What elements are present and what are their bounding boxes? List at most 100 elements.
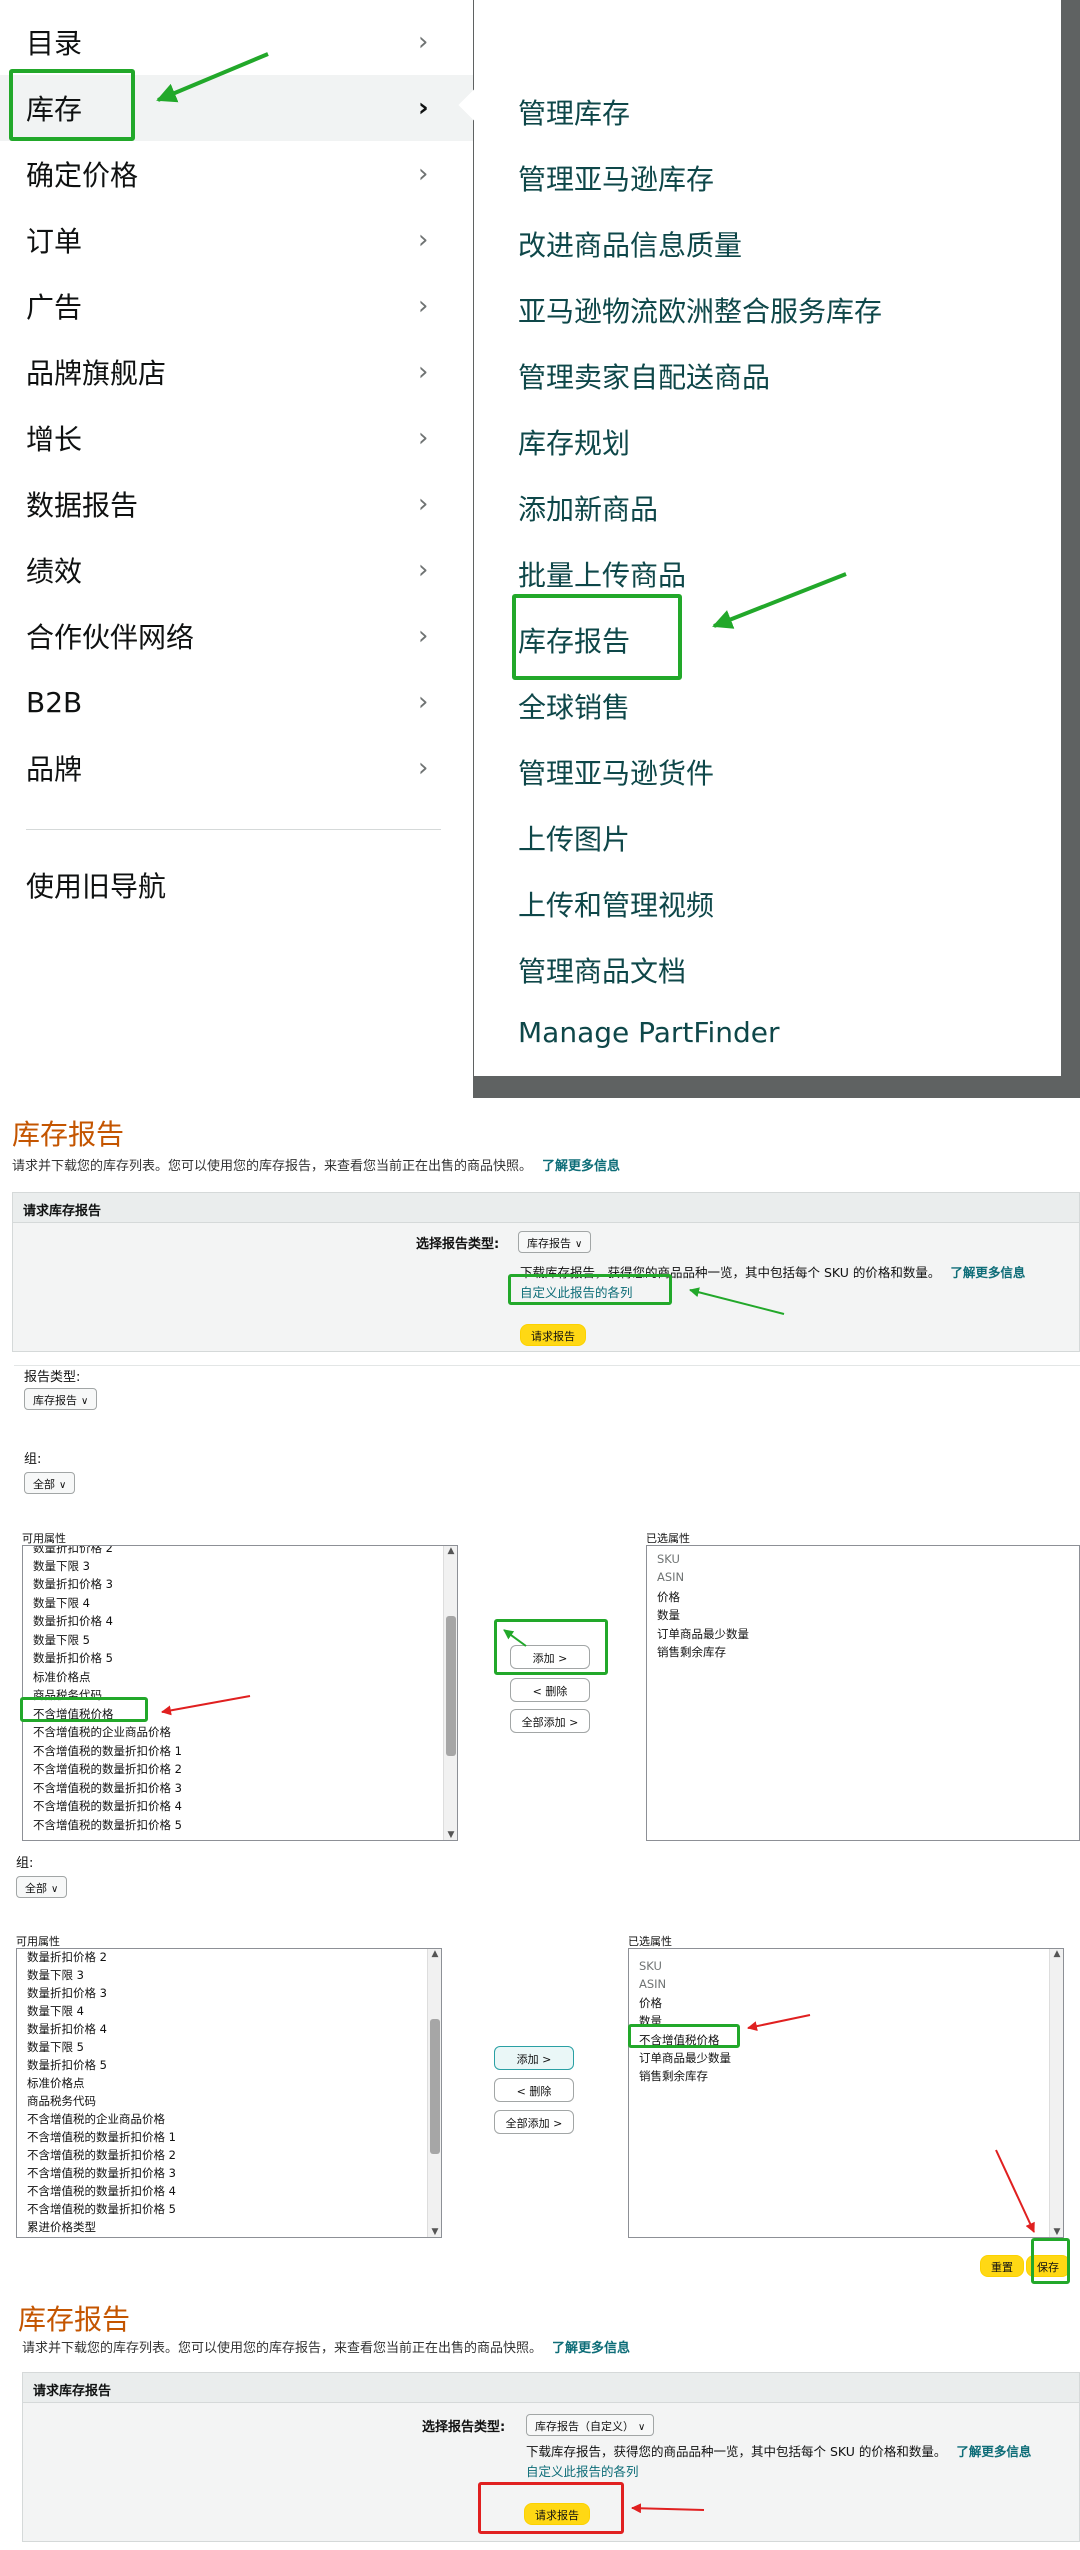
list-item[interactable]: 数量 <box>657 1607 680 1623</box>
submenu-item-manage-fba-inventory[interactable]: 管理亚马逊库存 <box>518 158 714 198</box>
request-report-button[interactable]: 请求报告 <box>520 1324 586 1346</box>
list-item[interactable]: 价格 <box>657 1589 680 1605</box>
learn-more-link[interactable]: 了解更多信息 <box>552 2341 630 2356</box>
add-all-button[interactable]: 全部添加 > <box>510 1709 590 1733</box>
list-item[interactable]: 数量折扣价格 2 <box>27 1949 107 1965</box>
chevron-right-icon: › <box>418 159 429 189</box>
nav-item-partner-network[interactable]: 合作伙伴网络 › <box>0 603 473 669</box>
list-item[interactable]: 销售剩余库存 <box>657 1644 726 1660</box>
list-item[interactable]: 数量下限 3 <box>27 1967 84 1983</box>
list-item[interactable]: 不含增值税的数量折扣价格 4 <box>33 1798 182 1814</box>
list-item[interactable]: 不含增值税的数量折扣价格 3 <box>27 2165 176 2181</box>
list-item[interactable]: SKU <box>657 1552 680 1566</box>
nav-item-orders[interactable]: 订单 › <box>0 207 473 273</box>
list-item[interactable]: 不含增值税的数量折扣价格 2 <box>27 2147 176 2163</box>
nav-item-reports[interactable]: 数据报告 › <box>0 471 473 537</box>
list-item[interactable]: 数量折扣价格 3 <box>33 1576 113 1592</box>
nav-item-brand[interactable]: 品牌 › <box>0 735 473 801</box>
add-all-button[interactable]: 全部添加 > <box>494 2110 574 2134</box>
remove-button[interactable]: < 删除 <box>494 2078 574 2102</box>
scrollbar[interactable]: ▲ ▼ <box>1049 1949 1063 2237</box>
list-item[interactable]: 数量下限 5 <box>33 1632 90 1648</box>
reset-button[interactable]: 重置 <box>980 2255 1024 2277</box>
list-item[interactable]: 价格 <box>639 1995 662 2011</box>
list-item[interactable]: 标准价格点 <box>33 1669 91 1685</box>
nav-item-stores[interactable]: 品牌旗舰店 › <box>0 339 473 405</box>
list-item[interactable]: SKU <box>639 1959 662 1973</box>
scrollbar-thumb[interactable] <box>446 1616 456 1756</box>
list-item[interactable]: 不含增值税的数量折扣价格 2 <box>33 1761 182 1777</box>
report-type-select[interactable]: 库存报告（自定义） ∨ <box>526 2414 655 2436</box>
nav-item-growth[interactable]: 增长 › <box>0 405 473 471</box>
submenu-item-global-selling[interactable]: 全球销售 <box>518 686 630 726</box>
list-item[interactable]: 数量折扣价格 2 <box>33 1546 113 1556</box>
nav-item-pricing[interactable]: 确定价格 › <box>0 141 473 207</box>
submenu-item-shipments[interactable]: 管理亚马逊货件 <box>518 752 714 792</box>
scroll-up-icon[interactable]: ▲ <box>428 1949 441 1959</box>
report-type-select[interactable]: 库存报告 ∨ <box>518 1231 592 1253</box>
list-item[interactable]: 不含增值税的企业商品价格 <box>27 2111 165 2127</box>
list-item[interactable]: 数量折扣价格 5 <box>33 1650 113 1666</box>
list-item[interactable]: 不含增值税的数量折扣价格 1 <box>27 2129 176 2145</box>
scroll-up-icon[interactable]: ▲ <box>444 1546 457 1556</box>
submenu-item-pan-eu[interactable]: 亚马逊物流欧洲整合服务库存 <box>518 290 882 330</box>
nav-item-b2b[interactable]: B2B › <box>0 669 473 735</box>
scrollbar-thumb[interactable] <box>430 2019 440 2154</box>
nav-item-performance[interactable]: 绩效 › <box>0 537 473 603</box>
scrollbar[interactable]: ▲ ▼ <box>443 1546 457 1840</box>
list-item[interactable]: 订单商品最少数量 <box>657 1626 749 1642</box>
scroll-down-icon[interactable]: ▼ <box>428 2227 441 2237</box>
list-item[interactable]: 商品税务代码 <box>27 2093 96 2109</box>
list-item[interactable]: 数量下限 4 <box>33 1595 90 1611</box>
submenu-item-upload-images[interactable]: 上传图片 <box>518 818 630 858</box>
submenu-item-inventory-planning[interactable]: 库存规划 <box>518 422 630 462</box>
list-item[interactable]: 订单商品最少数量 <box>639 2050 731 2066</box>
list-item[interactable]: 数量下限 4 <box>27 2003 84 2019</box>
list-item[interactable]: 标准价格点 <box>27 2075 85 2091</box>
nav-item-advertising[interactable]: 广告 › <box>0 273 473 339</box>
available-attributes-list[interactable]: 数量折扣价格 2 数量下限 3 数量折扣价格 3 数量下限 4 数量折扣价格 4… <box>22 1545 458 1841</box>
report-type-select[interactable]: 库存报告 ∨ <box>24 1388 98 1410</box>
list-item[interactable]: 数量下限 3 <box>33 1558 90 1574</box>
selected-attributes-list[interactable]: SKU ASIN 价格 数量 订单商品最少数量 销售剩余库存 <box>646 1545 1080 1841</box>
nav-item-catalog[interactable]: 目录 › <box>0 9 473 75</box>
old-navigation-link[interactable]: 使用旧导航 <box>0 852 473 918</box>
list-item[interactable]: 不含增值税的数量折扣价格 4 <box>27 2183 176 2199</box>
submenu-item-add-product[interactable]: 添加新商品 <box>518 488 658 528</box>
learn-more-link[interactable]: 了解更多信息 <box>542 1159 620 1174</box>
submenu-item-bulk-upload[interactable]: 批量上传商品 <box>518 554 686 594</box>
submenu-item-manage-inventory[interactable]: 管理库存 <box>518 92 630 132</box>
scroll-down-icon[interactable]: ▼ <box>444 1830 457 1840</box>
submenu-item-partfinder[interactable]: Manage PartFinder <box>518 1016 780 1049</box>
list-item[interactable]: ASIN <box>657 1570 684 1584</box>
list-item[interactable]: 数量折扣价格 5 <box>27 2057 107 2073</box>
list-item[interactable]: 不含增值税的数量折扣价格 1 <box>33 1743 182 1759</box>
list-item[interactable]: 不含增值税的数量折扣价格 5 <box>33 1817 182 1833</box>
list-item[interactable]: 累进价格类型 <box>27 2219 96 2235</box>
list-item[interactable]: 不含增值税的企业商品价格 <box>33 1724 171 1740</box>
list-item[interactable]: 数量折扣价格 4 <box>27 2021 107 2037</box>
group-select[interactable]: 全部 ∨ <box>24 1472 76 1494</box>
list-item[interactable]: 不含增值税的数量折扣价格 5 <box>27 2201 176 2217</box>
list-item[interactable]: ASIN <box>639 1977 666 1991</box>
scroll-down-icon[interactable]: ▼ <box>1050 2227 1063 2237</box>
scrollbar[interactable]: ▲ ▼ <box>427 1949 441 2237</box>
available-attributes-list[interactable]: 数量折扣价格 2 数量下限 3 数量折扣价格 3 数量下限 4 数量折扣价格 4… <box>16 1948 442 2238</box>
list-item[interactable]: 数量下限 5 <box>27 2039 84 2055</box>
list-item[interactable]: 数量折扣价格 4 <box>33 1613 113 1629</box>
submenu-item-videos[interactable]: 上传和管理视频 <box>518 884 714 924</box>
customize-columns-link[interactable]: 自定义此报告的各列 <box>526 2461 639 2480</box>
selected-attributes-list[interactable]: SKU ASIN 价格 数量 不含增值税价格 订单商品最少数量 销售剩余库存 ▲… <box>628 1948 1064 2238</box>
group-select[interactable]: 全部 ∨ <box>16 1876 68 1898</box>
list-item[interactable]: 销售剩余库存 <box>639 2068 708 2084</box>
list-item[interactable]: 数量折扣价格 3 <box>27 1985 107 2001</box>
list-item[interactable]: 不含增值税的数量折扣价格 3 <box>33 1780 182 1796</box>
submenu-item-documents[interactable]: 管理商品文档 <box>518 950 686 990</box>
remove-button[interactable]: < 删除 <box>510 1678 590 1702</box>
add-button[interactable]: 添加 > <box>494 2046 574 2070</box>
learn-more-link[interactable]: 了解更多信息 <box>956 2444 1031 2459</box>
scroll-up-icon[interactable]: ▲ <box>1050 1949 1063 1959</box>
submenu-item-listing-quality[interactable]: 改进商品信息质量 <box>518 224 742 264</box>
learn-more-link[interactable]: 了解更多信息 <box>950 1265 1025 1280</box>
submenu-item-mfn[interactable]: 管理卖家自配送商品 <box>518 356 770 396</box>
